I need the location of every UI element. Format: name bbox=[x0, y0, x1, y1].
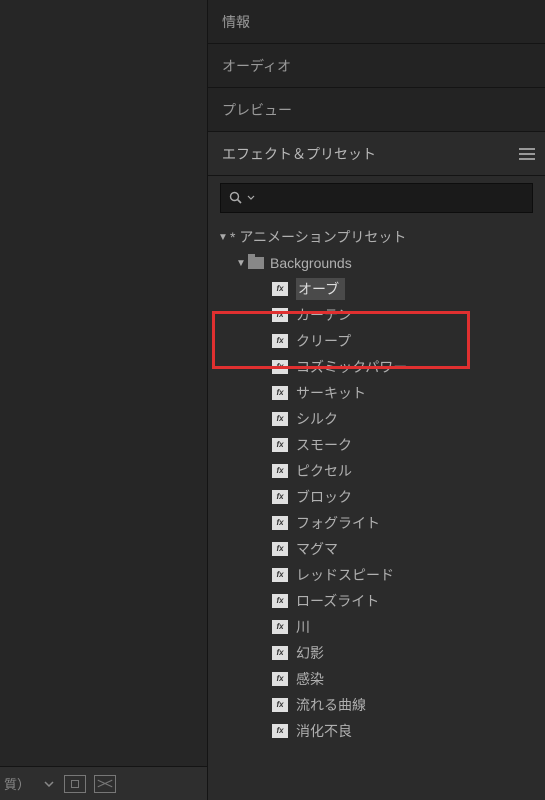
preset-item[interactable]: レッドスピード bbox=[208, 562, 545, 588]
tab-preview[interactable]: プレビュー bbox=[208, 88, 545, 132]
preset-label: ピクセル bbox=[296, 461, 352, 481]
preset-icon bbox=[272, 672, 288, 686]
preset-icon bbox=[272, 438, 288, 452]
preset-label: 消化不良 bbox=[296, 721, 352, 741]
preset-item[interactable]: 流れる曲線 bbox=[208, 692, 545, 718]
preset-label: レッドスピード bbox=[296, 565, 394, 585]
tab-effects-presets[interactable]: エフェクト＆プリセット bbox=[208, 132, 545, 176]
tab-label: エフェクト＆プリセット bbox=[222, 144, 376, 164]
preset-label: ブロック bbox=[296, 487, 352, 507]
preset-icon bbox=[272, 620, 288, 634]
preset-icon bbox=[272, 594, 288, 608]
preset-label: シルク bbox=[296, 409, 338, 429]
preset-icon bbox=[272, 646, 288, 660]
preset-label: 幻影 bbox=[296, 643, 324, 663]
right-panel: 情報 オーディオ プレビュー エフェクト＆プリセット ▼ * アニメーションプ bbox=[208, 0, 545, 800]
preset-label: サーキット bbox=[296, 383, 366, 403]
search-icon bbox=[229, 191, 243, 205]
preset-tree: ▼ * アニメーションプリセット ▼ Backgrounds オーブカーテンクリ… bbox=[208, 220, 545, 800]
chevron-down-icon bbox=[247, 195, 255, 201]
preset-label: コズミックパワー bbox=[296, 357, 407, 377]
caret-down-icon: ▼ bbox=[216, 232, 230, 243]
preset-item[interactable]: スモーク bbox=[208, 432, 545, 458]
tab-label: オーディオ bbox=[222, 56, 291, 76]
tab-audio[interactable]: オーディオ bbox=[208, 44, 545, 88]
toggle-grid-icon[interactable] bbox=[94, 775, 116, 793]
preset-icon bbox=[272, 542, 288, 556]
tab-info[interactable]: 情報 bbox=[208, 0, 545, 44]
preset-icon bbox=[272, 724, 288, 738]
preset-item[interactable]: 幻影 bbox=[208, 640, 545, 666]
panel-menu-icon[interactable] bbox=[519, 148, 535, 160]
tree-label: * アニメーションプリセット bbox=[230, 227, 406, 247]
caret-down-icon: ▼ bbox=[234, 258, 248, 269]
preset-icon bbox=[272, 360, 288, 374]
preset-label: ローズライト bbox=[296, 591, 379, 611]
search-input[interactable] bbox=[220, 183, 533, 213]
toggle-viewport-icon[interactable] bbox=[64, 775, 86, 793]
preset-label: 感染 bbox=[296, 669, 324, 689]
preset-icon bbox=[272, 464, 288, 478]
preset-label: 流れる曲線 bbox=[296, 695, 366, 715]
preset-item[interactable]: ピクセル bbox=[208, 458, 545, 484]
preset-label: スモーク bbox=[296, 435, 352, 455]
preset-item[interactable]: ローズライト bbox=[208, 588, 545, 614]
preset-label: カーテン bbox=[296, 305, 352, 325]
preset-item[interactable]: オーブ bbox=[208, 276, 545, 302]
preset-item[interactable]: サーキット bbox=[208, 380, 545, 406]
preset-item[interactable]: 感染 bbox=[208, 666, 545, 692]
preset-icon bbox=[272, 308, 288, 322]
preset-item[interactable]: マグマ bbox=[208, 536, 545, 562]
preset-item[interactable]: カーテン bbox=[208, 302, 545, 328]
preset-icon bbox=[272, 386, 288, 400]
chevron-down-icon[interactable] bbox=[42, 777, 56, 791]
search-row bbox=[208, 176, 545, 220]
quality-label-fragment: 質） bbox=[4, 774, 30, 793]
preset-icon bbox=[272, 490, 288, 504]
preset-label: オーブ bbox=[296, 278, 345, 300]
preset-icon bbox=[272, 568, 288, 582]
preset-icon bbox=[272, 334, 288, 348]
preset-icon bbox=[272, 698, 288, 712]
preset-icon bbox=[272, 516, 288, 530]
preset-icon bbox=[272, 282, 288, 296]
preset-item[interactable]: フォグライト bbox=[208, 510, 545, 536]
preset-item[interactable]: コズミックパワー bbox=[208, 354, 545, 380]
preset-label: フォグライト bbox=[296, 513, 380, 533]
preset-item[interactable]: ブロック bbox=[208, 484, 545, 510]
bottom-toolbar: 質） bbox=[0, 766, 207, 800]
preset-item[interactable]: シルク bbox=[208, 406, 545, 432]
tab-label: プレビュー bbox=[222, 100, 292, 120]
preset-icon bbox=[272, 412, 288, 426]
preset-item[interactable]: 川 bbox=[208, 614, 545, 640]
preset-label: マグマ bbox=[296, 539, 338, 559]
tree-label: Backgrounds bbox=[270, 255, 352, 271]
preset-label: クリープ bbox=[296, 331, 351, 351]
tree-category-animation-presets[interactable]: ▼ * アニメーションプリセット bbox=[208, 224, 545, 250]
preset-item[interactable]: クリープ bbox=[208, 328, 545, 354]
search-field[interactable] bbox=[259, 191, 532, 206]
tree-folder-backgrounds[interactable]: ▼ Backgrounds bbox=[208, 250, 545, 276]
preset-item[interactable]: 消化不良 bbox=[208, 718, 545, 744]
left-panel: 質） bbox=[0, 0, 208, 800]
folder-icon bbox=[248, 257, 264, 269]
tab-label: 情報 bbox=[222, 12, 250, 32]
preset-label: 川 bbox=[296, 617, 310, 637]
